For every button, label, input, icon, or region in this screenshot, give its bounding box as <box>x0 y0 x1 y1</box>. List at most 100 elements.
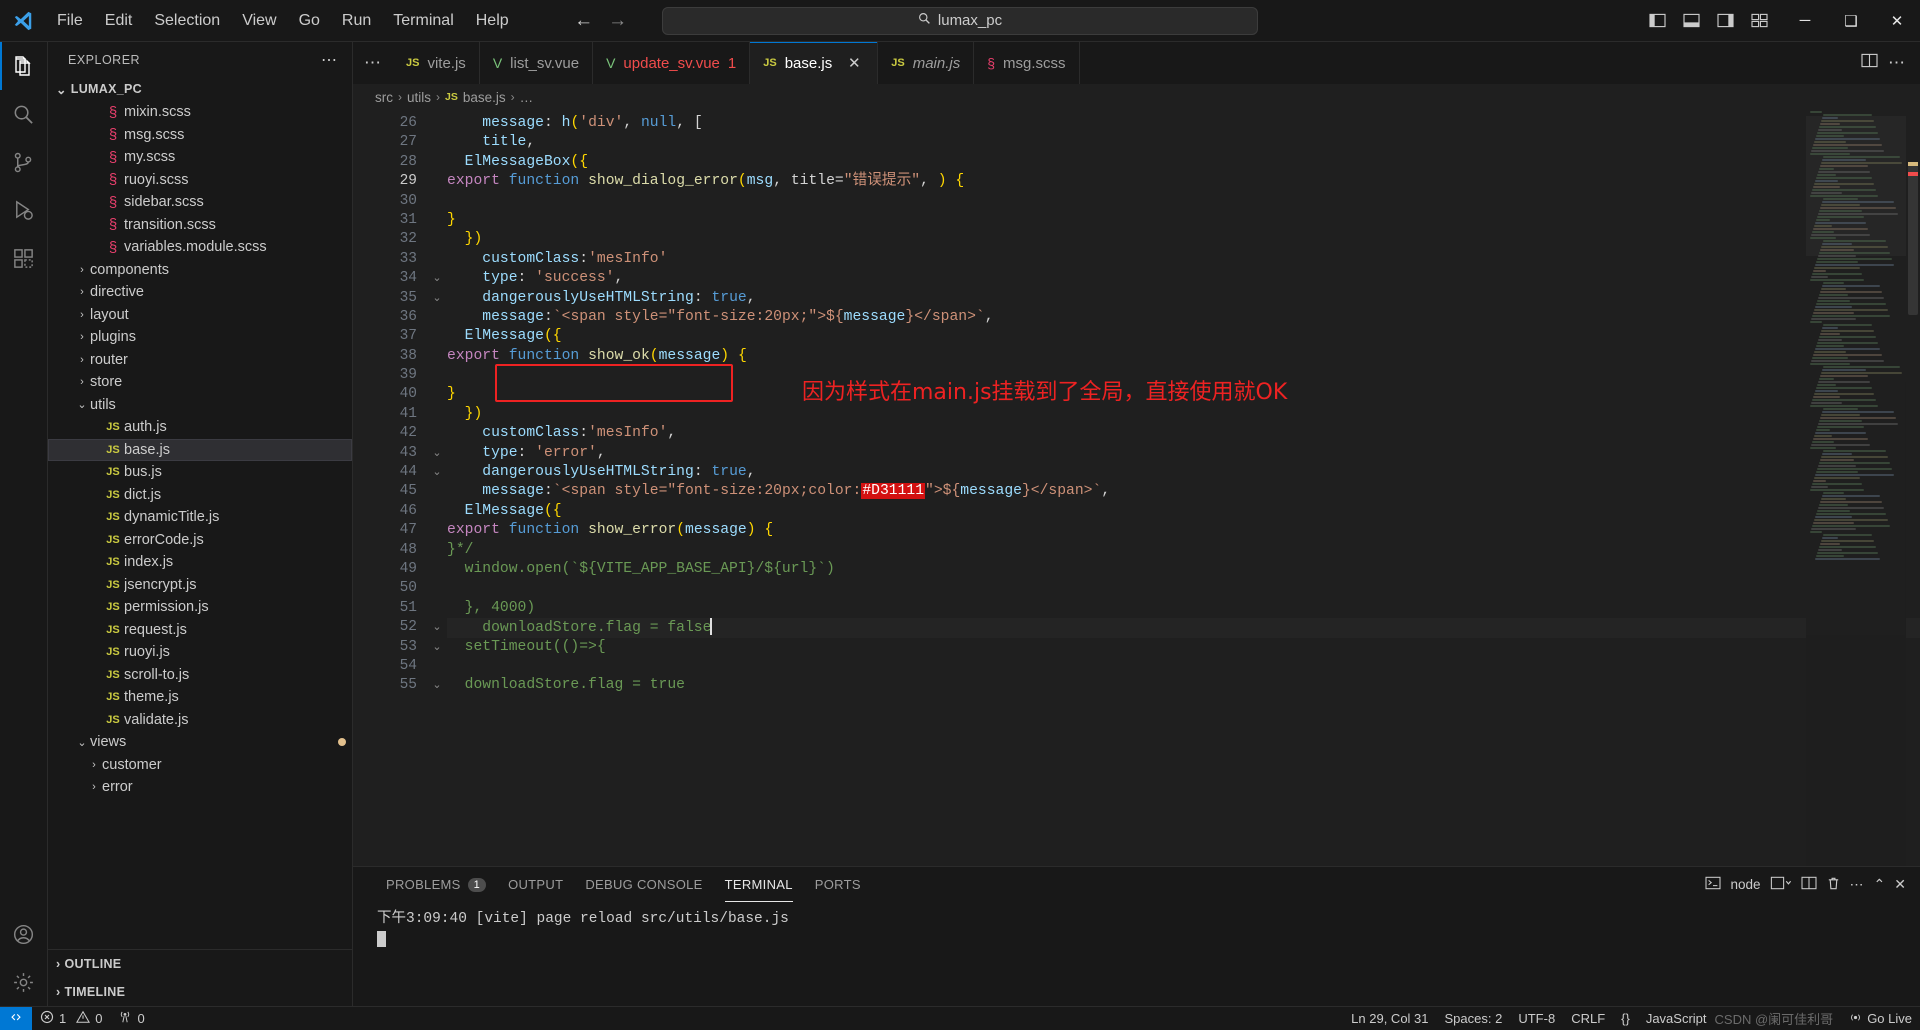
tree-file-ruoyi-scss[interactable]: § ruoyi.scss <box>48 169 352 192</box>
tree-file-scroll-to-js[interactable]: JS scroll-to.js <box>48 664 352 687</box>
trash-icon[interactable] <box>1826 876 1841 894</box>
tree-folder-directive[interactable]: › directive <box>48 281 352 304</box>
tree-file-errorcode-js[interactable]: JS errorCode.js <box>48 529 352 552</box>
code-line[interactable]: type: 'error', <box>447 444 1920 463</box>
tree-file-index-js[interactable]: JS index.js <box>48 551 352 574</box>
tree-file-permission-js[interactable]: JS permission.js <box>48 596 352 619</box>
tree-file-bus-js[interactable]: JS bus.js <box>48 461 352 484</box>
tree-folder-error[interactable]: › error <box>48 776 352 799</box>
tree-folder-plugins[interactable]: › plugins <box>48 326 352 349</box>
tab-update-sv-vue[interactable]: Vupdate_sv.vue 1 <box>593 42 751 84</box>
code-line[interactable]: }, 4000) <box>447 599 1920 618</box>
tab-base-js[interactable]: JS base.js ✕ <box>750 42 879 84</box>
tree-file-sidebar-scss[interactable]: § sidebar.scss <box>48 191 352 214</box>
breadcrumb-utils[interactable]: utils <box>407 90 431 105</box>
code-content[interactable]: message: h('div', null, [ title, ElMessa… <box>447 110 1920 866</box>
command-center[interactable]: lumax_pc <box>662 6 1258 35</box>
activity-run-debug[interactable] <box>0 186 48 234</box>
tree-file-theme-js[interactable]: JS theme.js <box>48 686 352 709</box>
code-line[interactable]: customClass:'mesInfo' <box>447 250 1920 269</box>
new-terminal-icon[interactable] <box>1705 876 1722 893</box>
activity-extensions[interactable] <box>0 234 48 282</box>
fold-chevron-icon[interactable]: ⌄ <box>427 444 447 463</box>
tabs-overflow-icon[interactable]: ⋯ <box>353 42 393 84</box>
minimap[interactable] <box>1806 110 1906 866</box>
forward-arrow-icon[interactable]: → <box>604 7 632 35</box>
split-terminal-icon[interactable] <box>1801 876 1817 893</box>
fold-chevron-icon[interactable]: ⌄ <box>427 289 447 308</box>
menu-run[interactable]: Run <box>331 8 382 34</box>
maximize-button[interactable]: ❑ <box>1828 0 1874 42</box>
menu-file[interactable]: File <box>46 8 94 34</box>
back-arrow-icon[interactable]: ← <box>570 7 598 35</box>
tree-file-mixin-scss[interactable]: § mixin.scss <box>48 101 352 124</box>
breadcrumb-src[interactable]: src <box>375 90 393 105</box>
tree-folder-layout[interactable]: › layout <box>48 304 352 327</box>
panel-tab-debug-console[interactable]: DEBUG CONSOLE <box>574 867 713 902</box>
code-line[interactable]: ElMessage({ <box>447 327 1920 346</box>
terminal-content[interactable]: 下午3:09:40 [vite] page reload src/utils/b… <box>353 902 1920 1006</box>
panel-tab-terminal[interactable]: TERMINAL <box>714 867 804 902</box>
tree-file-dynamictitle-js[interactable]: JS dynamicTitle.js <box>48 506 352 529</box>
code-line[interactable]: message:`<span style="font-size:20px;col… <box>447 482 1920 501</box>
breadcrumb-symbol[interactable]: … <box>520 90 534 105</box>
code-line[interactable]: }) <box>447 230 1920 249</box>
scrollbar-thumb[interactable] <box>1908 165 1918 315</box>
toggle-primary-sidebar-icon[interactable] <box>1642 7 1672 35</box>
maximize-panel-icon[interactable]: ⌃ <box>1874 876 1886 893</box>
tree-file-jsencrypt-js[interactable]: JS jsencrypt.js <box>48 574 352 597</box>
workspace-root-row[interactable]: ⌄ LUMAX_PC <box>48 77 352 101</box>
tree-file-ruoyi-js[interactable]: JS ruoyi.js <box>48 641 352 664</box>
fold-chevron-icon[interactable]: ⌄ <box>427 618 447 637</box>
tree-folder-store[interactable]: › store <box>48 371 352 394</box>
editor-more-actions-icon[interactable]: ⋯ <box>1888 53 1906 73</box>
language-mode-status[interactable]: JavaScript <box>1638 1007 1715 1030</box>
menu-edit[interactable]: Edit <box>94 8 144 34</box>
tree-file-base-js[interactable]: JS base.js <box>48 438 352 461</box>
code-line[interactable]: customClass:'mesInfo', <box>447 424 1920 443</box>
code-editor[interactable]: 26 27 28 29 30 31 32 33 34 35 36 37 38 39 40 41 42 43 44 45… <box>353 110 1920 866</box>
tree-folder-utils[interactable]: ⌄ utils <box>48 394 352 417</box>
outline-section[interactable]: › OUTLINE <box>48 950 352 978</box>
code-line[interactable]: }) <box>447 405 1920 424</box>
panel-tab-output[interactable]: OUTPUT <box>497 867 574 902</box>
menu-terminal[interactable]: Terminal <box>382 8 464 34</box>
activity-search[interactable] <box>0 90 48 138</box>
encoding-status[interactable]: UTF-8 <box>1510 1007 1563 1030</box>
close-window-button[interactable]: ✕ <box>1874 0 1920 42</box>
tab-close-icon[interactable]: ✕ <box>844 54 864 72</box>
problems-status[interactable]: 1 0 <box>32 1007 110 1030</box>
code-line[interactable]: window.open(`${VITE_APP_BASE_API}/${url}… <box>447 560 1920 579</box>
code-line[interactable]: message: h('div', null, [ <box>447 114 1920 133</box>
eol-status[interactable]: CRLF <box>1563 1007 1613 1030</box>
editor-scrollbar[interactable] <box>1906 110 1920 866</box>
toggle-panel-icon[interactable] <box>1676 7 1706 35</box>
fold-chevron-icon[interactable]: ⌄ <box>427 269 447 288</box>
code-line[interactable]: ElMessage({ <box>447 502 1920 521</box>
fold-gutter[interactable]: ⌄ ⌄ ⌄ ⌄ ⌄ ⌄ ⌄ <box>427 110 447 866</box>
menu-go[interactable]: Go <box>288 8 331 34</box>
close-panel-icon[interactable]: ✕ <box>1894 876 1906 893</box>
tab-msg-scss[interactable]: § msg.scss <box>974 42 1080 84</box>
minimize-button[interactable]: ─ <box>1782 0 1828 42</box>
code-line[interactable]: export function show_ok(message) { <box>447 347 1920 366</box>
code-line[interactable]: }*/ <box>447 541 1920 560</box>
tree-file-transition-scss[interactable]: § transition.scss <box>48 214 352 237</box>
tree-file-msg-scss[interactable]: § msg.scss <box>48 124 352 147</box>
panel-tab-ports[interactable]: PORTS <box>804 867 872 902</box>
tree-folder-router[interactable]: › router <box>48 349 352 372</box>
timeline-section[interactable]: › TIMELINE <box>48 978 352 1006</box>
remote-indicator[interactable] <box>0 1006 32 1030</box>
split-editor-icon[interactable] <box>1861 53 1878 73</box>
menu-help[interactable]: Help <box>465 8 520 34</box>
code-line[interactable]: export function show_error(message) { <box>447 521 1920 540</box>
cursor-position[interactable]: Ln 29, Col 31 <box>1343 1007 1436 1030</box>
code-line[interactable]: downloadStore.flag = true <box>447 676 1920 695</box>
activity-accounts[interactable] <box>0 910 48 958</box>
code-line[interactable]: message:`<span style="font-size:20px;">$… <box>447 308 1920 327</box>
code-line[interactable]: } <box>447 211 1920 230</box>
terminal-dropdown-icon[interactable] <box>1770 876 1792 893</box>
code-line[interactable]: type: 'success', <box>447 269 1920 288</box>
panel-more-actions-icon[interactable]: ⋯ <box>1850 876 1865 893</box>
activity-source-control[interactable] <box>0 138 48 186</box>
